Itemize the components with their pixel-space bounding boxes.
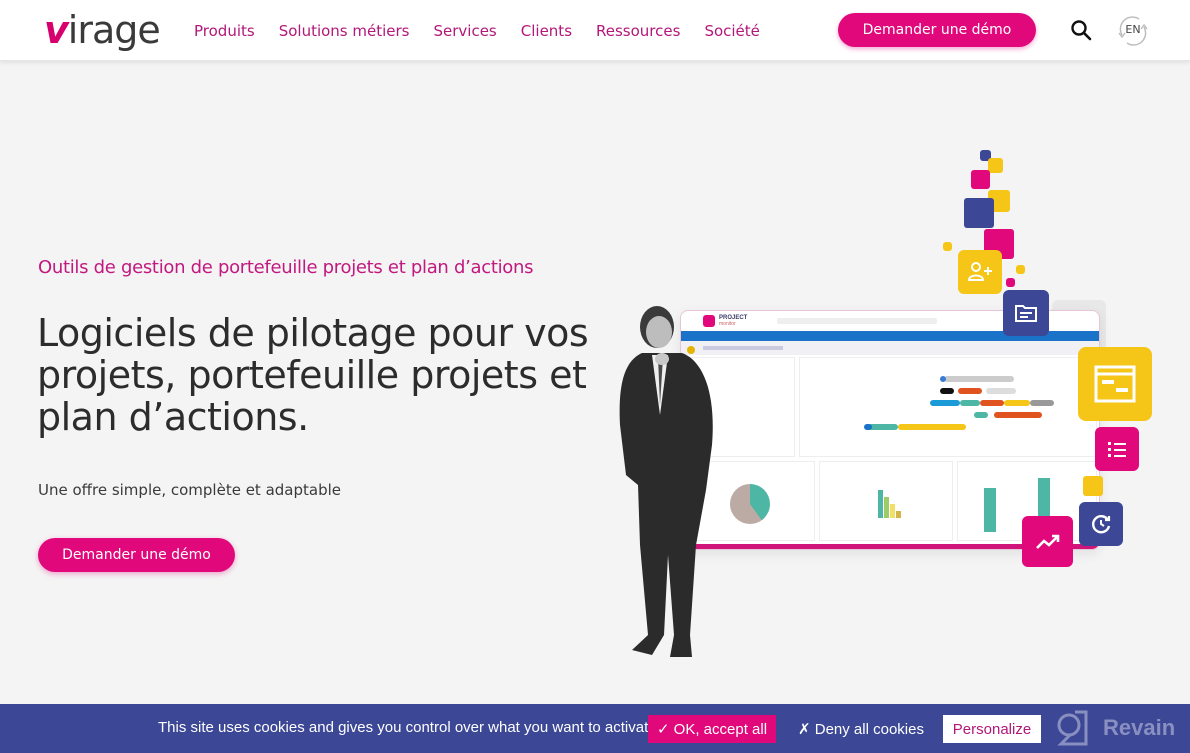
gantt-bar: [940, 376, 946, 382]
gantt-bar: [898, 424, 966, 430]
trend-up-icon: [1035, 534, 1059, 549]
virage-logo[interactable]: virage: [44, 8, 161, 52]
hero-illustration: PROJECT monitor: [600, 140, 1170, 680]
gantt-bar: [974, 412, 988, 418]
personalize-cookies-button[interactable]: Personalize: [943, 715, 1041, 743]
decor-square: [1016, 265, 1025, 274]
hero-kicker: Outils de gestion de portefeuille projet…: [38, 257, 534, 278]
site-header: virage Produits Solutions métiers Servic…: [0, 0, 1190, 61]
history-icon: [1092, 515, 1111, 534]
gantt-bar: [958, 388, 982, 394]
decor-square: [1006, 278, 1015, 287]
gantt-bar: [944, 376, 1014, 382]
dashboard-mockup: PROJECT monitor: [680, 310, 1100, 550]
request-demo-button-header[interactable]: Demander une démo: [838, 13, 1036, 47]
language-code: EN: [1125, 23, 1141, 36]
decor-square: [964, 198, 994, 228]
nav-solutions-metiers[interactable]: Solutions métiers: [279, 20, 410, 42]
folder-tile: [1003, 290, 1049, 336]
hero-headline: Logiciels de pilotage pour vos projets, …: [37, 311, 589, 439]
gantt-bar: [1004, 400, 1030, 406]
folder-icon: [1015, 305, 1037, 322]
add-user-tile: [958, 250, 1002, 294]
pie-chart: [730, 484, 770, 524]
main-nav: Produits Solutions métiers Services Clie…: [194, 20, 784, 42]
deny-all-cookies-button[interactable]: ✗ Deny all cookies: [790, 715, 932, 743]
gantt-window-icon: [1094, 365, 1136, 403]
column-mark: [984, 488, 996, 532]
list-tile: [1095, 427, 1139, 471]
revain-watermark: Revain: [1055, 710, 1175, 746]
accept-all-cookies-button[interactable]: ✓ OK, accept all: [648, 715, 776, 743]
mockup-bar-panel: [819, 461, 953, 541]
bar-mark: [890, 504, 895, 518]
mockup-title-row: [681, 341, 1099, 355]
gantt-bar: [1030, 400, 1054, 406]
revain-logo-icon: [1057, 710, 1088, 746]
trend-tile: [1022, 516, 1073, 567]
numbered-list-icon: [1108, 442, 1126, 457]
nav-societe[interactable]: Société: [704, 20, 759, 42]
bar-mark: [878, 490, 883, 518]
gantt-bar: [994, 412, 1042, 418]
mockup-brand: PROJECT monitor: [719, 315, 748, 327]
nav-ressources[interactable]: Ressources: [596, 20, 680, 42]
gantt-window-tile: [1078, 347, 1152, 421]
gantt-bar: [940, 388, 954, 394]
decor-square: [943, 242, 952, 251]
history-tile: [1079, 502, 1123, 546]
mockup-gantt-panel: [799, 357, 1097, 457]
add-user-icon: [967, 262, 992, 281]
mockup-search: [777, 318, 938, 324]
gantt-bar: [864, 424, 872, 430]
request-demo-button-hero[interactable]: Demander une démo: [38, 538, 235, 572]
businessman-photo: [619, 306, 713, 657]
nav-produits[interactable]: Produits: [194, 20, 255, 42]
gantt-bar: [930, 400, 960, 406]
decor-square: [988, 158, 1003, 173]
decor-square: [971, 170, 990, 189]
gantt-bar: [980, 400, 1004, 406]
bar-mark: [884, 497, 889, 518]
nav-clients[interactable]: Clients: [521, 20, 572, 42]
language-switcher[interactable]: EN: [1115, 14, 1151, 48]
gantt-bar: [986, 388, 1016, 394]
cookie-consent-bar: This site uses cookies and gives you con…: [0, 704, 1190, 753]
nav-services[interactable]: Services: [434, 20, 497, 42]
hero-subline: Une offre simple, complète et adaptable: [38, 481, 342, 499]
gantt-bar: [960, 400, 980, 406]
gantt-bar: [868, 424, 898, 430]
bar-mark: [896, 511, 901, 518]
cookie-message: This site uses cookies and gives you con…: [158, 719, 657, 736]
decor-square: [1083, 476, 1103, 496]
search-icon[interactable]: [1069, 18, 1093, 42]
